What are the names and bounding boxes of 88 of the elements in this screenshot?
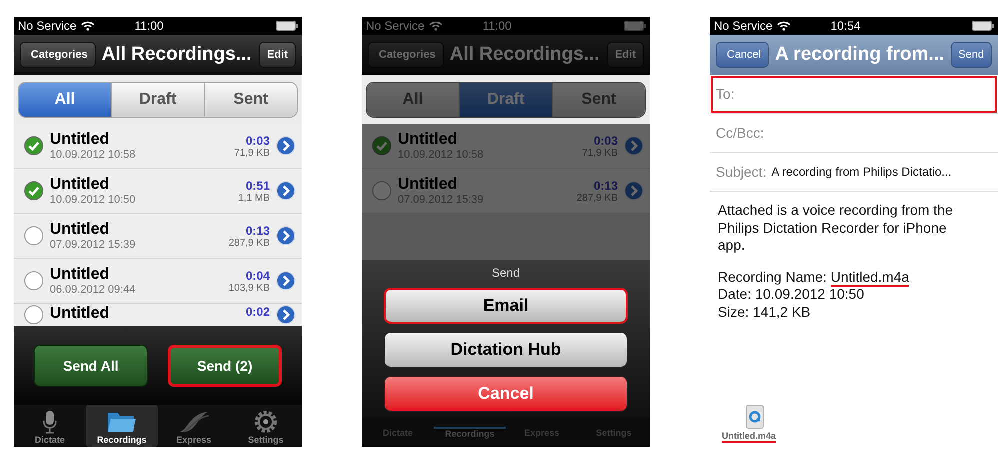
field-label: Subject: [716, 164, 767, 180]
recording-date: 06.09.2012 09:44 [50, 284, 137, 296]
carrier-label: No Service [366, 19, 425, 33]
wifi-icon [776, 21, 791, 31]
battery-icon [624, 21, 646, 31]
screen-title: A recording from... [775, 44, 945, 66]
recording-duration: 0:04 [246, 268, 270, 282]
battery-icon [276, 21, 298, 31]
clock-time: 11:00 [134, 19, 165, 33]
file-size: 71,9 KB [234, 148, 270, 158]
send-button[interactable]: Send (2) [168, 344, 282, 387]
send-button[interactable]: Send All [34, 344, 148, 387]
back-button[interactable]: Categories [20, 42, 96, 68]
mail-field[interactable]: Subject: A recording from Philips Dictatio... [710, 153, 998, 192]
wifi-icon [80, 21, 95, 31]
wave-icon [178, 410, 210, 434]
folder-icon [107, 410, 137, 434]
tab-bar-item[interactable]: Settings [230, 405, 302, 447]
back-button[interactable]: Cancel [716, 42, 770, 68]
tab-bar-item[interactable]: Express [158, 405, 230, 447]
recording-name: Untitled [398, 131, 459, 149]
file-size: 1,1 MB [238, 192, 270, 204]
recording-date: 10.09.2012 10:50 [50, 194, 137, 206]
sheet-option[interactable]: Dictation Hub [384, 332, 628, 368]
attachment-name[interactable]: Untitled.m4a [722, 431, 776, 443]
file-size: 103,9 KB [228, 282, 270, 294]
back-button[interactable]: Categories [368, 42, 444, 68]
recording-name: Untitled [50, 131, 111, 149]
audio-file-icon[interactable] [746, 405, 764, 429]
recording-duration: 0:03 [594, 134, 618, 148]
recording-date: 10.09.2012 10:58 [50, 149, 137, 161]
file-size: 287,9 KB [576, 192, 618, 204]
sheet-title: Send [492, 266, 520, 280]
file-size: 71,9 KB [582, 148, 618, 158]
filter-tab[interactable]: All [19, 83, 111, 117]
check-circle-icon[interactable] [372, 136, 392, 156]
chevron-circle-icon[interactable] [276, 305, 296, 325]
chevron-circle-icon[interactable] [276, 271, 296, 291]
gear-icon [254, 410, 278, 434]
edit-button[interactable]: Edit [607, 42, 644, 68]
clock-time: 11:00 [482, 19, 513, 33]
recording-duration: 0:03 [246, 134, 270, 148]
carrier-label: No Service [18, 19, 77, 33]
chevron-circle-icon[interactable] [276, 226, 296, 246]
tab-bar-item[interactable]: Recordings [86, 405, 158, 447]
battery-icon [972, 21, 994, 31]
mail-field[interactable]: Cc/Bcc: [710, 114, 998, 153]
recording-name: Untitled [50, 176, 111, 194]
recording-duration: 0:02 [246, 305, 270, 319]
chevron-circle-icon[interactable] [624, 136, 644, 156]
tab-bar-item[interactable]: Dictate [14, 405, 86, 447]
detail-line: Recording Name: Untitled.m4a [718, 268, 910, 286]
empty-circle-icon[interactable] [372, 181, 392, 201]
screen-title: All Recordings... [102, 44, 253, 66]
detail-line: Size: 141,2 KB [718, 304, 812, 321]
sheet-option[interactable]: Cancel [384, 376, 628, 412]
carrier-label: No Service [714, 19, 773, 33]
edit-button[interactable]: Edit [259, 42, 296, 68]
empty-circle-icon[interactable] [24, 226, 44, 246]
clock-time: 10:54 [830, 19, 862, 33]
message-text: Attached is a voice recording from the Philips Dictation Recorder for iPhone app. [718, 202, 954, 254]
field-label: Cc/Bcc: [716, 125, 764, 141]
microphone-icon [43, 410, 57, 434]
check-circle-icon[interactable] [24, 181, 44, 201]
wifi-icon [428, 21, 443, 31]
chevron-circle-icon[interactable] [624, 181, 644, 201]
sheet-option[interactable]: Email [384, 288, 628, 324]
recording-name: Untitled [50, 221, 111, 239]
field-label: To: [716, 86, 735, 102]
chevron-circle-icon[interactable] [276, 181, 296, 201]
filter-tab[interactable]: Sent [204, 83, 297, 117]
check-circle-icon[interactable] [24, 136, 44, 156]
mail-field[interactable]: To: [710, 75, 998, 114]
detail-line: Date: 10.09.2012 10:50 [718, 286, 866, 304]
recording-duration: 0:13 [246, 224, 270, 238]
send-button[interactable]: Send [950, 42, 992, 68]
empty-circle-icon[interactable] [24, 271, 44, 291]
field-value: A recording from Philips Dictatio... [772, 165, 952, 179]
recording-name: Untitled [50, 266, 111, 284]
file-size: 287,9 KB [228, 238, 270, 248]
recording-date: 07.09.2012 15:39 [50, 239, 137, 251]
screen-title: All Recordings... [450, 44, 601, 66]
recording-name: Untitled [398, 176, 459, 194]
chevron-circle-icon[interactable] [276, 136, 296, 156]
filter-tab[interactable]: Draft [111, 83, 204, 117]
recording-name: Untitled [50, 305, 111, 323]
recording-duration: 0:13 [594, 178, 618, 192]
recording-duration: 0:51 [246, 178, 270, 192]
